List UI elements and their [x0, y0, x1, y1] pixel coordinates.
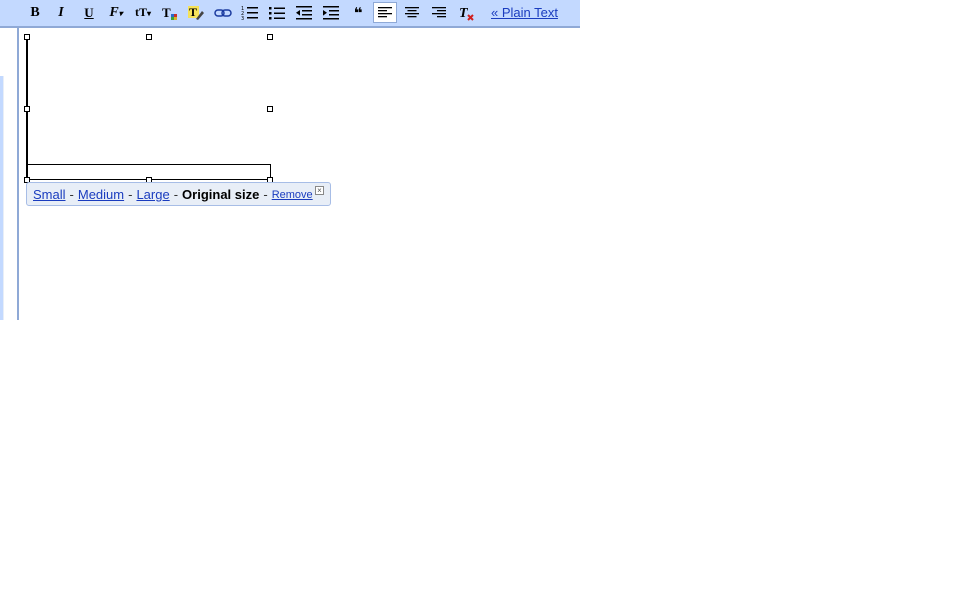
italic-button[interactable]: I: [49, 2, 73, 23]
separator: -: [263, 186, 268, 202]
text-size-button[interactable]: tT▾: [131, 2, 155, 23]
image-size-bubble: Small - Medium - Large - Original size -…: [26, 182, 331, 206]
resize-handle-top-right[interactable]: [267, 34, 273, 40]
quote-icon: ❝: [353, 3, 363, 22]
selected-image[interactable]: [26, 36, 273, 180]
remove-image-link[interactable]: Remove: [272, 189, 313, 201]
align-left-button[interactable]: [373, 2, 397, 23]
link-icon: [214, 8, 232, 17]
text-color-button[interactable]: T: [158, 2, 182, 23]
svg-text:T: T: [459, 6, 469, 21]
remove-formatting-icon: T: [459, 6, 474, 21]
indent-more-icon: [323, 5, 339, 19]
font-button[interactable]: F▾: [104, 2, 128, 23]
link-button[interactable]: [211, 2, 235, 23]
underline-button[interactable]: U: [77, 2, 101, 23]
align-right-icon: [432, 6, 446, 17]
remove-formatting-button[interactable]: T: [455, 2, 479, 23]
italic-icon: I: [58, 4, 64, 20]
resize-handle-right[interactable]: [267, 106, 273, 112]
indent-less-button[interactable]: [292, 2, 316, 23]
bold-icon: B: [30, 4, 40, 20]
left-page-strip: [0, 76, 4, 320]
bold-button[interactable]: B: [23, 2, 47, 23]
align-center-icon: [405, 6, 419, 17]
font-icon: F▾: [109, 4, 123, 20]
svg-text:T: T: [162, 5, 171, 20]
align-center-button[interactable]: [400, 2, 424, 23]
formatting-toolbar: B I U F▾ tT▾ T T 1 2 3 ❝ T « Plain Text: [0, 0, 580, 28]
resize-handle-top-left[interactable]: [24, 34, 30, 40]
highlight-color-button[interactable]: T: [184, 2, 208, 23]
separator: -: [173, 186, 179, 202]
text-size-icon: tT▾: [134, 5, 151, 19]
svg-text:T: T: [189, 5, 197, 19]
underline-icon: U: [84, 4, 94, 20]
close-icon[interactable]: ×: [315, 186, 324, 195]
svg-text:3: 3: [241, 16, 244, 21]
size-original-label: Original size: [182, 186, 260, 202]
numbered-list-button[interactable]: 1 2 3: [238, 2, 262, 23]
highlight-icon: T: [188, 5, 204, 20]
size-medium-link[interactable]: Medium: [78, 187, 124, 202]
separator: -: [128, 186, 133, 202]
align-right-button[interactable]: [427, 2, 451, 23]
indent-more-button[interactable]: [319, 2, 343, 23]
plain-text-link[interactable]: « Plain Text: [491, 5, 558, 20]
numbered-list-icon: 1 2 3: [241, 6, 258, 21]
separator: -: [69, 186, 74, 202]
bulleted-list-button[interactable]: [265, 2, 289, 23]
size-large-link[interactable]: Large: [136, 187, 169, 202]
indent-less-icon: [296, 5, 312, 19]
size-small-link[interactable]: Small: [33, 187, 66, 202]
resize-handle-top[interactable]: [146, 34, 152, 40]
quote-button[interactable]: ❝: [346, 2, 370, 23]
bulleted-list-icon: [269, 6, 285, 19]
align-left-icon: [378, 6, 392, 17]
text-color-icon: T: [162, 5, 177, 20]
resize-handle-left[interactable]: [24, 106, 30, 112]
